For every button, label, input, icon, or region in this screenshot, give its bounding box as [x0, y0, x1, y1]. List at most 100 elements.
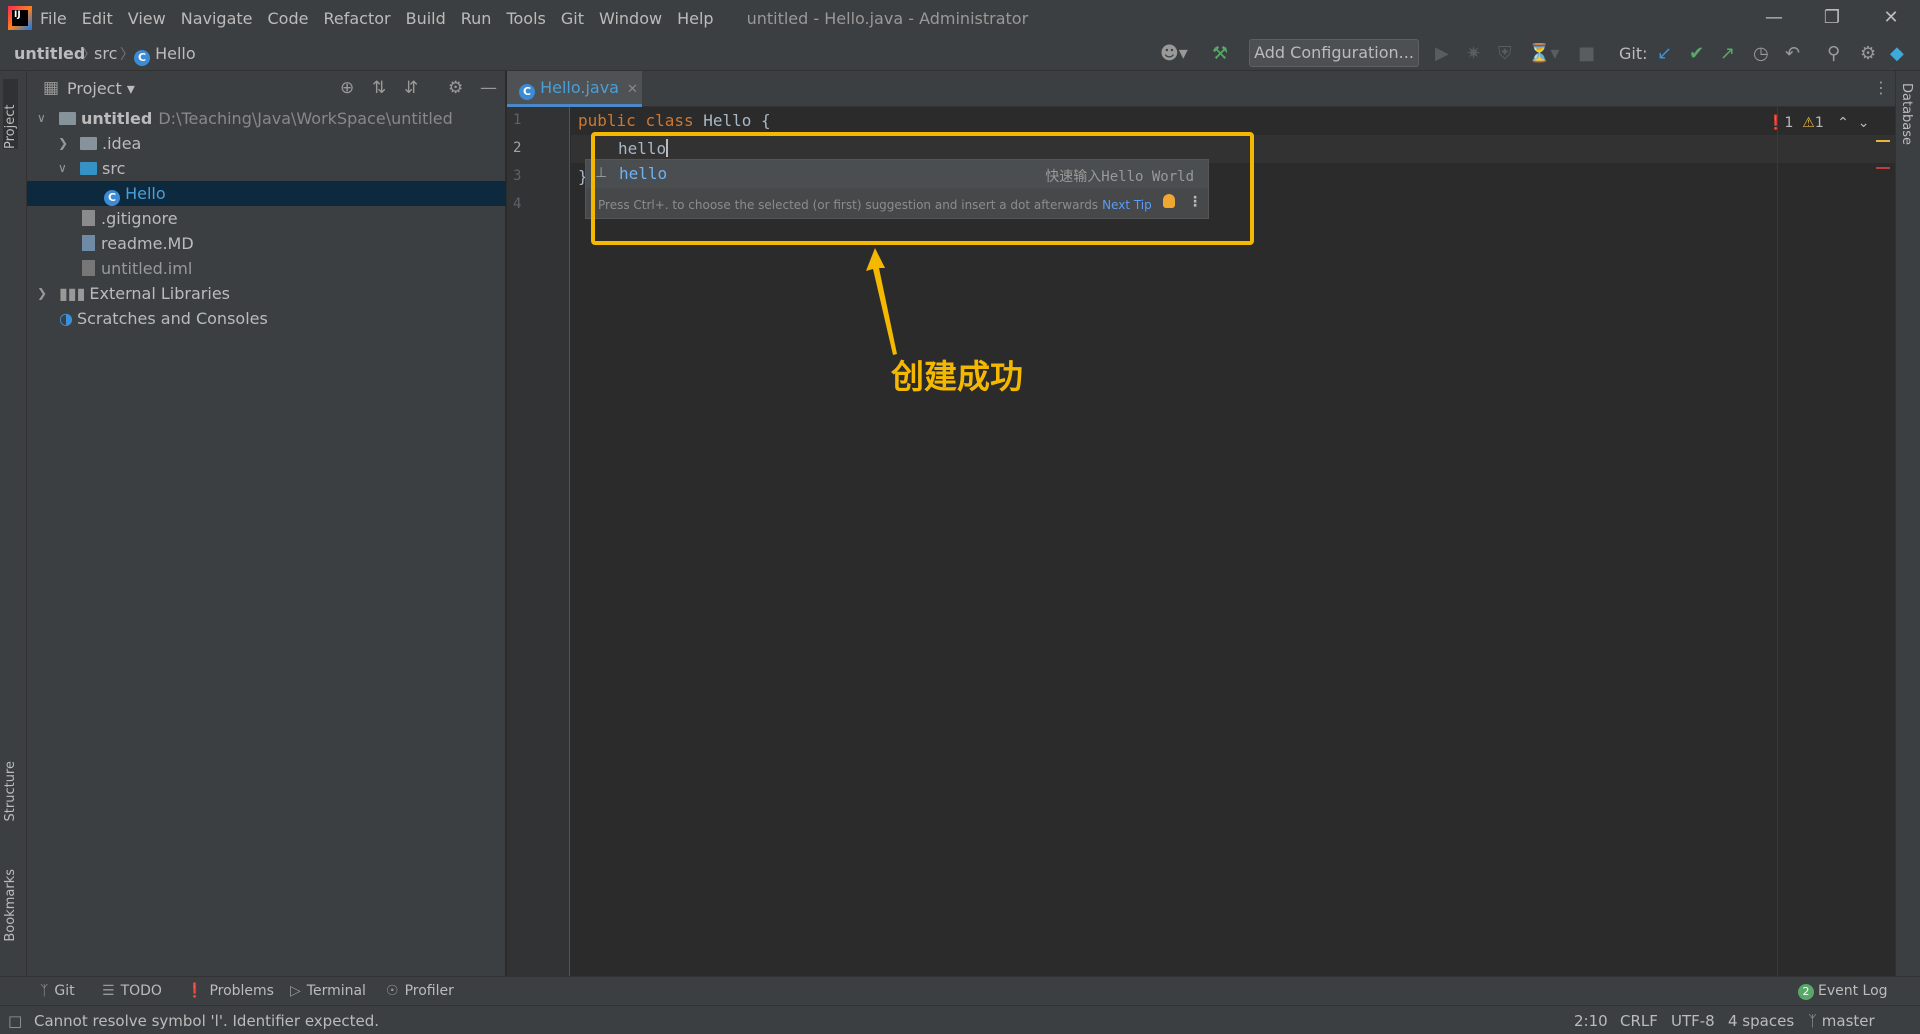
terminal-tool-label: Terminal — [306, 983, 366, 999]
minimize-icon[interactable]: — — [1745, 0, 1803, 36]
more-options-icon[interactable]: ⋮ — [1873, 78, 1889, 97]
run-icon[interactable]: ▶ — [1435, 43, 1449, 64]
line-separator[interactable]: CRLF — [1620, 1012, 1658, 1030]
menu-navigate[interactable]: Navigate — [181, 9, 253, 28]
tree-item-label: External Libraries — [89, 284, 230, 303]
tree-item-scratches[interactable]: ◑ Scratches and Consoles — [27, 306, 506, 331]
history-icon[interactable]: ◷ — [1753, 43, 1769, 64]
tree-item-untitled[interactable]: ∨ untitled D:\Teaching\Java\WorkSpace\unt… — [27, 106, 506, 131]
breadcrumb-folder[interactable]: src — [94, 44, 117, 63]
tree-item-external-libraries[interactable]: ❯ ▮▮▮ External Libraries — [27, 281, 506, 306]
todo-tool-button[interactable]: ☰ TODO — [102, 983, 162, 999]
debug-icon[interactable]: ✷ — [1466, 43, 1481, 64]
problems-tool-label: Problems — [209, 983, 274, 999]
git-push-icon[interactable]: ↗ — [1720, 43, 1735, 64]
panel-settings-gear-icon[interactable]: ⚙ — [448, 78, 463, 98]
menu-code[interactable]: Code — [268, 9, 309, 28]
menu-refactor[interactable]: Refactor — [323, 9, 390, 28]
warning-count: 1 — [1814, 115, 1824, 131]
menu-tools[interactable]: Tools — [506, 9, 545, 28]
line-number: 1 — [513, 112, 522, 128]
git-tool-button[interactable]: ᛉ Git — [40, 983, 75, 999]
menu-view[interactable]: View — [128, 9, 166, 28]
status-toggle-icon[interactable]: □ — [8, 1012, 22, 1030]
profiler-icon: ☉ — [386, 983, 399, 999]
navigation-bar: untitled 〉 src 〉 C Hello ☻▾ ⚒ Add Config… — [0, 36, 1920, 71]
java-class-icon: C — [134, 50, 150, 66]
rollback-icon[interactable]: ↶ — [1785, 43, 1800, 64]
database-tool-tab[interactable]: Database — [1899, 83, 1914, 145]
menu-window[interactable]: Window — [599, 9, 662, 28]
menu-build[interactable]: Build — [406, 9, 446, 28]
tree-item-hello[interactable]: C Hello — [27, 181, 506, 206]
problems-tool-button[interactable]: ❗ Problems — [186, 983, 274, 999]
project-view-selector[interactable]: Project ▾ — [67, 79, 135, 98]
error-stripe-marker[interactable] — [1876, 167, 1890, 169]
close-tab-icon[interactable]: ✕ — [627, 82, 638, 97]
tree-item-iml[interactable]: untitled.iml — [27, 256, 506, 281]
project-view-icon: ▦ — [43, 78, 60, 98]
terminal-tool-button[interactable]: ▷ Terminal — [290, 983, 366, 999]
caret-position[interactable]: 2:10 — [1574, 1012, 1608, 1030]
hide-panel-icon[interactable]: — — [480, 78, 497, 98]
tree-item-label: .idea — [102, 134, 142, 153]
menu-help[interactable]: Help — [677, 9, 713, 28]
menu-run[interactable]: Run — [461, 9, 492, 28]
breadcrumb-project[interactable]: untitled — [14, 44, 85, 63]
class-declaration: Hello { — [703, 111, 771, 130]
keyword-class: class — [645, 111, 694, 130]
bookmarks-tool-tab[interactable]: Bookmarks — [3, 869, 18, 942]
user-icon[interactable]: ☻▾ — [1160, 43, 1188, 64]
indent-setting[interactable]: 4 spaces — [1728, 1012, 1794, 1030]
breadcrumb-file[interactable]: C Hello — [134, 44, 196, 66]
menu-git[interactable]: Git — [561, 9, 584, 28]
right-margin-guide — [1777, 107, 1778, 976]
collapse-all-icon[interactable]: ⇵ — [404, 78, 418, 98]
next-highlight-icon[interactable]: ⌄ — [1858, 115, 1870, 131]
settings-gear-icon[interactable]: ⚙ — [1860, 43, 1876, 64]
build-hammer-icon[interactable]: ⚒ — [1212, 43, 1228, 64]
coverage-icon[interactable]: ⛨ — [1498, 43, 1512, 64]
project-tool-tab[interactable]: Project — [3, 79, 18, 149]
project-view-label: Project — [67, 79, 122, 98]
previous-highlight-icon[interactable]: ⌃ — [1837, 115, 1849, 131]
tree-item-label: readme.MD — [101, 234, 194, 253]
tree-item-label: untitled.iml — [101, 259, 193, 278]
git-update-icon[interactable]: ↙ — [1657, 43, 1672, 64]
menu-edit[interactable]: Edit — [82, 9, 113, 28]
module-file-icon — [82, 260, 95, 276]
inspection-widget[interactable]: ❗1 ⚠1 ⌃ ⌄ — [1767, 115, 1869, 131]
project-tool-tab-label: Project — [3, 104, 18, 149]
event-log-button[interactable]: 2 Event Log — [1798, 983, 1888, 1000]
git-branch-icon: ᛉ — [1808, 1012, 1818, 1030]
status-message[interactable]: Cannot resolve symbol 'l'. Identifier ex… — [34, 1012, 379, 1030]
tree-item-src[interactable]: ∨ src — [27, 156, 506, 181]
stop-icon[interactable]: ■ — [1578, 43, 1595, 64]
tree-item-label: src — [102, 159, 126, 178]
restore-icon[interactable]: ❐ — [1803, 0, 1861, 36]
project-panel: ▦ Project ▾ ⊕ ⇅ ⇵ ⚙ — ∨ untitled D:\Teach… — [27, 71, 506, 976]
annotation-label: 创建成功 — [891, 357, 1023, 396]
git-commit-icon[interactable]: ✔ — [1689, 43, 1704, 64]
tree-item-readme[interactable]: readme.MD — [27, 231, 506, 256]
file-encoding[interactable]: UTF-8 — [1671, 1012, 1715, 1030]
git-label: Git: — [1619, 44, 1648, 63]
tree-item-idea[interactable]: ❯ .idea — [27, 131, 506, 156]
profile-icon[interactable]: ⏳▾ — [1528, 43, 1559, 64]
expand-all-icon[interactable]: ⇅ — [372, 78, 386, 98]
chevron-right-icon: ❯ — [58, 136, 69, 150]
search-icon[interactable]: ⚲ — [1827, 43, 1840, 64]
add-configuration-button[interactable]: Add Configuration... — [1249, 39, 1419, 67]
menu-file[interactable]: File — [40, 9, 67, 28]
tab-hello-java[interactable]: C Hello.java ✕ — [507, 71, 642, 107]
git-branch-widget[interactable]: ᛉ master — [1808, 1012, 1875, 1030]
profiler-tool-button[interactable]: ☉ Profiler — [386, 983, 454, 999]
tree-item-gitignore[interactable]: .gitignore — [27, 206, 506, 231]
structure-tool-tab[interactable]: Structure — [3, 761, 18, 821]
warning-stripe-marker[interactable] — [1876, 140, 1890, 142]
locate-file-icon[interactable]: ⊕ — [340, 78, 354, 98]
close-icon[interactable]: ✕ — [1862, 0, 1920, 36]
window-title: untitled - Hello.java - Administrator — [746, 8, 1029, 28]
code-with-me-icon[interactable]: ◆ — [1890, 43, 1904, 64]
right-tool-stripe: Database — [1895, 71, 1920, 976]
